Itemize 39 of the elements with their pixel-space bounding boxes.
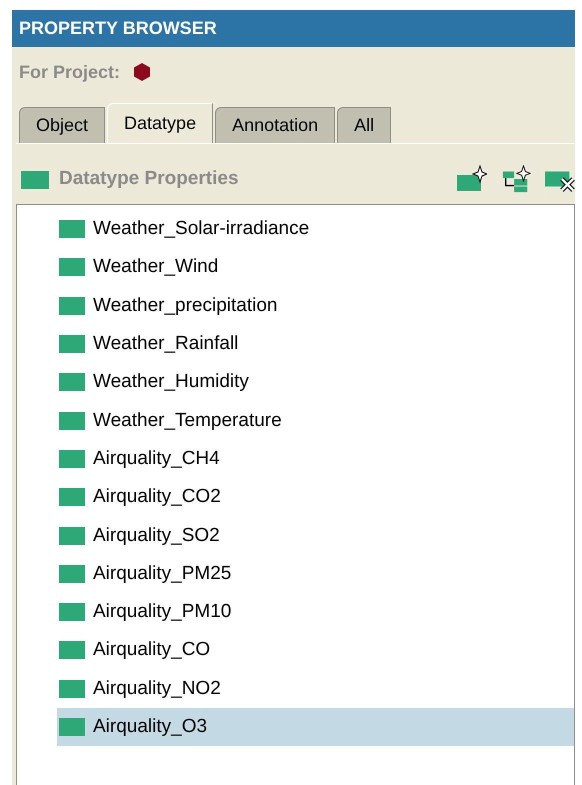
property-item[interactable]: Weather_precipitation [57, 286, 574, 325]
hexagon-icon [132, 62, 152, 82]
tab[interactable]: Annotation [215, 107, 336, 143]
property-icon [59, 373, 85, 392]
property-icon [59, 603, 85, 622]
property-icon [59, 641, 85, 660]
property-icon [59, 258, 85, 276]
window-title: PROPERTY BROWSER [19, 18, 217, 39]
property-icon [21, 169, 49, 189]
property-icon [59, 488, 85, 506]
property-item[interactable]: Airquality_NO2 [57, 670, 574, 708]
add-subproperty-icon[interactable] [501, 165, 531, 193]
property-icon [59, 526, 85, 545]
project-label: For Project: [19, 62, 120, 82]
tab[interactable]: Datatype [107, 103, 214, 143]
property-icon [59, 296, 85, 315]
property-item[interactable]: Weather_Rainfall [57, 324, 574, 364]
tab[interactable]: Object [19, 107, 106, 143]
property-item[interactable]: Airquality_O3 [57, 708, 574, 746]
property-item[interactable]: Airquality_PM10 [57, 592, 574, 632]
property-item[interactable]: Airquality_CO [57, 631, 574, 670]
property-icon [59, 680, 85, 698]
property-icon [59, 450, 85, 468]
property-item[interactable]: Airquality_CH4 [57, 440, 574, 478]
property-icon [59, 335, 85, 354]
add-property-icon[interactable] [457, 165, 487, 193]
property-icon [59, 412, 85, 430]
property-item[interactable]: Weather_Solar-irradiance [57, 210, 574, 248]
property-icon [59, 564, 85, 583]
tab[interactable]: All [337, 107, 392, 143]
property-item[interactable]: Weather_Humidity [57, 363, 574, 402]
property-item[interactable]: Weather_Wind [57, 248, 574, 287]
property-icon [59, 718, 85, 736]
property-item[interactable]: Airquality_PM25 [57, 554, 574, 593]
property-item[interactable]: Airquality_CO2 [57, 478, 574, 516]
property-icon [59, 220, 85, 238]
property-item[interactable]: Airquality_SO2 [57, 516, 574, 555]
section-title: Datatype Properties [59, 168, 239, 190]
property-item[interactable]: Weather_Temperature [57, 401, 574, 440]
